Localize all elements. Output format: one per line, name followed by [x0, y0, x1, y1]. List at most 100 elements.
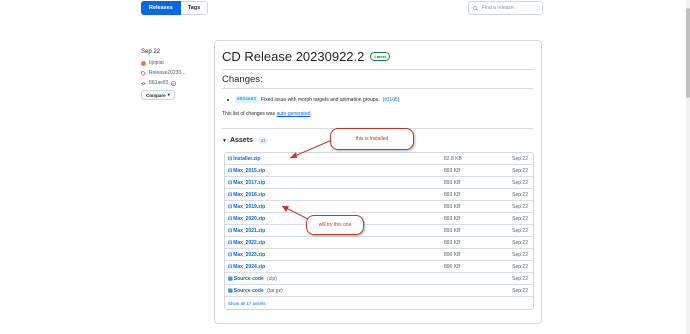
package-icon: ⊡: [228, 215, 233, 222]
asset-row: ⊡ Installer.zip 82.8 KB Sep 22: [225, 153, 533, 165]
commit-sha-link[interactable]: 863ae83: [235, 96, 258, 103]
chevron-down-icon: ▾: [167, 92, 170, 97]
author-link[interactable]: bjoplat: [149, 60, 164, 66]
asset-date: Sep 22: [512, 275, 528, 282]
search-placeholder: Find a release: [482, 5, 514, 11]
asset-row: ⊡ Max_2018.zip 893 KB Sep 22: [225, 189, 533, 201]
tags-tab[interactable]: Tags: [180, 1, 209, 15]
tag-icon: [141, 70, 146, 76]
asset-link[interactable]: ⊡ Max_2018.zip: [228, 192, 265, 198]
changes-heading: Changes:: [222, 74, 263, 85]
auto-generated-link[interactable]: auto-generated: [276, 111, 310, 117]
asset-name: Max_2018.zip: [233, 191, 266, 198]
release-sidebar: Sep 22 bjoplat Release20230... 863ae83 C…: [141, 49, 185, 100]
tag-link[interactable]: Release20230...: [149, 70, 185, 76]
compare-label: Compare: [146, 92, 166, 98]
search-icon: [473, 5, 478, 11]
asset-row: ⊡ Max_2019.zip 893 KB Sep 22: [225, 201, 533, 213]
divider: [222, 88, 534, 89]
bullet-dot: [227, 98, 229, 101]
asset-row: ⊡ Max_2021.zip 893 KB Sep 22: [225, 225, 533, 237]
asset-row: ⊡ Max_2017.zip 893 KB Sep 22: [225, 177, 533, 189]
release-card: CD Release 20230922.2 Latest Changes: 86…: [214, 40, 542, 324]
compare-button[interactable]: Compare ▾: [141, 90, 175, 100]
annotation-callout-try: will try this one: [306, 215, 364, 235]
asset-link[interactable]: ⊡ Max_2021.zip: [228, 228, 265, 234]
asset-date: Sep 22: [512, 287, 528, 294]
avatar: [141, 60, 146, 66]
asset-date: Sep 22: [512, 179, 528, 186]
package-icon: ⊡: [228, 251, 233, 258]
asset-name: Max_2024.zip: [233, 263, 266, 270]
assets-heading: Assets: [229, 137, 253, 144]
annotation-callout-installed: this is installed: [330, 128, 414, 150]
commit-icon: [141, 81, 146, 85]
asset-size: 893 KB: [444, 203, 461, 210]
commit-link[interactable]: 863ae83: [149, 80, 168, 86]
package-icon: ⊡: [228, 191, 233, 198]
asset-name: Installer.zip: [233, 155, 261, 162]
change-item: 863ae83 Fixed issue with morph targets a…: [227, 96, 399, 103]
package-icon: ⊡: [228, 155, 233, 162]
asset-date: Sep 22: [512, 251, 528, 258]
asset-link[interactable]: ⊡ Installer.zip: [228, 156, 260, 162]
asset-date: Sep 22: [512, 215, 528, 222]
asset-date: Sep 22: [512, 203, 528, 210]
asset-name: Max_2022.zip: [233, 239, 266, 246]
asset-link[interactable]: ⊡ Max_2022.zip: [228, 240, 265, 246]
scrollbar-thumb[interactable]: [686, 8, 690, 98]
asset-date: Sep 22: [512, 227, 528, 234]
search-input[interactable]: Find a release: [468, 1, 543, 15]
issue-link[interactable]: (#1105): [383, 97, 400, 103]
asset-date: Sep 22: [512, 239, 528, 246]
asset-size: 893 KB: [444, 179, 461, 186]
asset-row: ⊡ Max_2020.zip 893 KB Sep 22: [225, 213, 533, 225]
asset-size: 82.8 KB: [444, 155, 462, 162]
package-icon: ⊡: [228, 179, 233, 186]
asset-link[interactable]: ⊡ Max_2019.zip: [228, 204, 265, 210]
note-suffix: .: [310, 111, 312, 117]
asset-row: ⊡ Max_2023.zip 896 KB Sep 22: [225, 249, 533, 261]
asset-row: ⊡ Max_2024.zip 896 KB Sep 22: [225, 261, 533, 273]
asset-date: Sep 22: [512, 263, 528, 270]
source-zip-link[interactable]: ▤ Source code (zip): [228, 276, 277, 282]
asset-size: 893 KB: [444, 167, 461, 174]
release-date: Sep 22: [141, 49, 161, 55]
asset-size: 893 KB: [444, 215, 461, 222]
verified-check-icon: [171, 80, 177, 86]
package-icon: ⊡: [228, 203, 233, 210]
package-icon: ⊡: [228, 227, 233, 234]
source-name: Source code: [233, 275, 264, 282]
asset-row: ⊡ Max_2022.zip 893 KB Sep 22: [225, 237, 533, 249]
asset-link[interactable]: ⊡ Max_2024.zip: [228, 264, 265, 270]
asset-date: Sep 22: [512, 191, 528, 198]
source-tar-link[interactable]: ▤ Source code (tar.gz): [228, 288, 283, 294]
source-zip-row: ▤ Source code (zip) Sep 22: [225, 273, 533, 285]
caret-down-icon: ▼: [222, 137, 227, 144]
file-zip-icon: ▤: [228, 275, 233, 282]
asset-size: 896 KB: [444, 251, 461, 258]
asset-link[interactable]: ⊡ Max_2017.zip: [228, 180, 265, 186]
release-title[interactable]: CD Release 20230922.2: [222, 49, 364, 64]
asset-size: 893 KB: [444, 227, 461, 234]
asset-name: Max_2020.zip: [233, 215, 266, 222]
asset-link[interactable]: ⊡ Max_2023.zip: [228, 252, 265, 258]
asset-link[interactable]: ⊡ Max_2015.zip: [228, 168, 265, 174]
show-all-row: Show all 17 assets: [225, 297, 533, 309]
assets-toggle[interactable]: ▼ Assets 17: [222, 137, 269, 144]
releases-tab[interactable]: Releases: [141, 1, 181, 15]
asset-date: Sep 22: [512, 155, 528, 162]
divider: [222, 69, 534, 70]
asset-date: Sep 22: [512, 167, 528, 174]
asset-link[interactable]: ⊡ Max_2020.zip: [228, 216, 265, 222]
asset-row: ⊡ Max_2015.zip 893 KB Sep 22: [225, 165, 533, 177]
assets-count-badge: 17: [257, 137, 269, 144]
package-icon: ⊡: [228, 263, 233, 270]
show-all-assets-link[interactable]: Show all 17 assets: [228, 301, 266, 306]
file-zip-icon: ▤: [228, 287, 233, 294]
asset-size: 893 KB: [444, 191, 461, 198]
source-ext: (zip): [267, 275, 277, 282]
auto-generated-note: This list of changes was auto-generated.: [222, 111, 312, 117]
package-icon: ⊡: [228, 167, 233, 174]
note-prefix: This list of changes was: [222, 111, 277, 117]
